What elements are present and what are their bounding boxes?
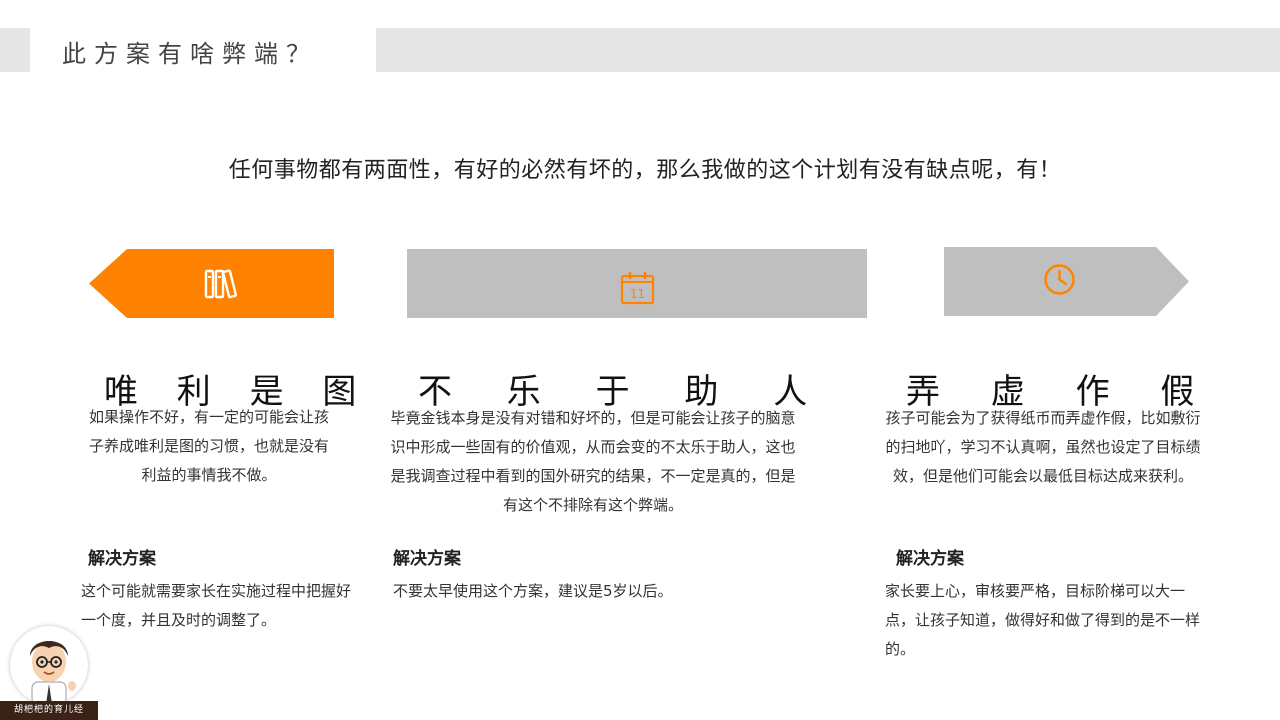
avatar-logo [10,626,88,704]
solution-text-2: 不要太早使用这个方案，建议是5岁以后。 [393,582,673,600]
calendar-icon: 11 [620,271,655,309]
solution-text-3: 家长要上心，审核要严格，目标阶梯可以大一点，让孩子知道，做得好和做了得到的是不一… [885,582,1201,658]
intro-text: 任何事物都有两面性，有好的必然有坏的，那么我做的这个计划有没有缺点呢，有！ [228,158,1062,183]
title-bar-right [376,28,1280,72]
solution-text-1: 这个可能就需要家长在实施过程中把握好一个度，并且及时的调整了。 [81,582,352,629]
calendar-day: 11 [630,287,645,301]
books-icon [204,268,238,304]
page-title: 此方案有啥弊端？ [62,40,318,68]
solution-label-2: 解决方案 [393,549,461,569]
solution-label-1: 解决方案 [88,549,156,569]
description-profit-driven: 如果操作不好，有一定的可能会让孩子养成唯利是图的习惯，也就是没有利益的事情我不做… [88,408,329,484]
title-bar-left [0,28,30,72]
description-unhelpful: 毕竟金钱本身是没有对错和好坏的，但是可能会让孩子的脑意识中形成一些固有的价值观，… [390,409,796,514]
solution-label-3: 解决方案 [896,549,964,569]
clock-icon [1043,263,1076,300]
brand-label: 胡杷杷的育儿经 [0,701,98,720]
description-cheating: 孩子可能会为了获得纸币而弄虚作假，比如敷衍的扫地吖，学习不认真啊，虽然也设定了目… [885,409,1201,485]
